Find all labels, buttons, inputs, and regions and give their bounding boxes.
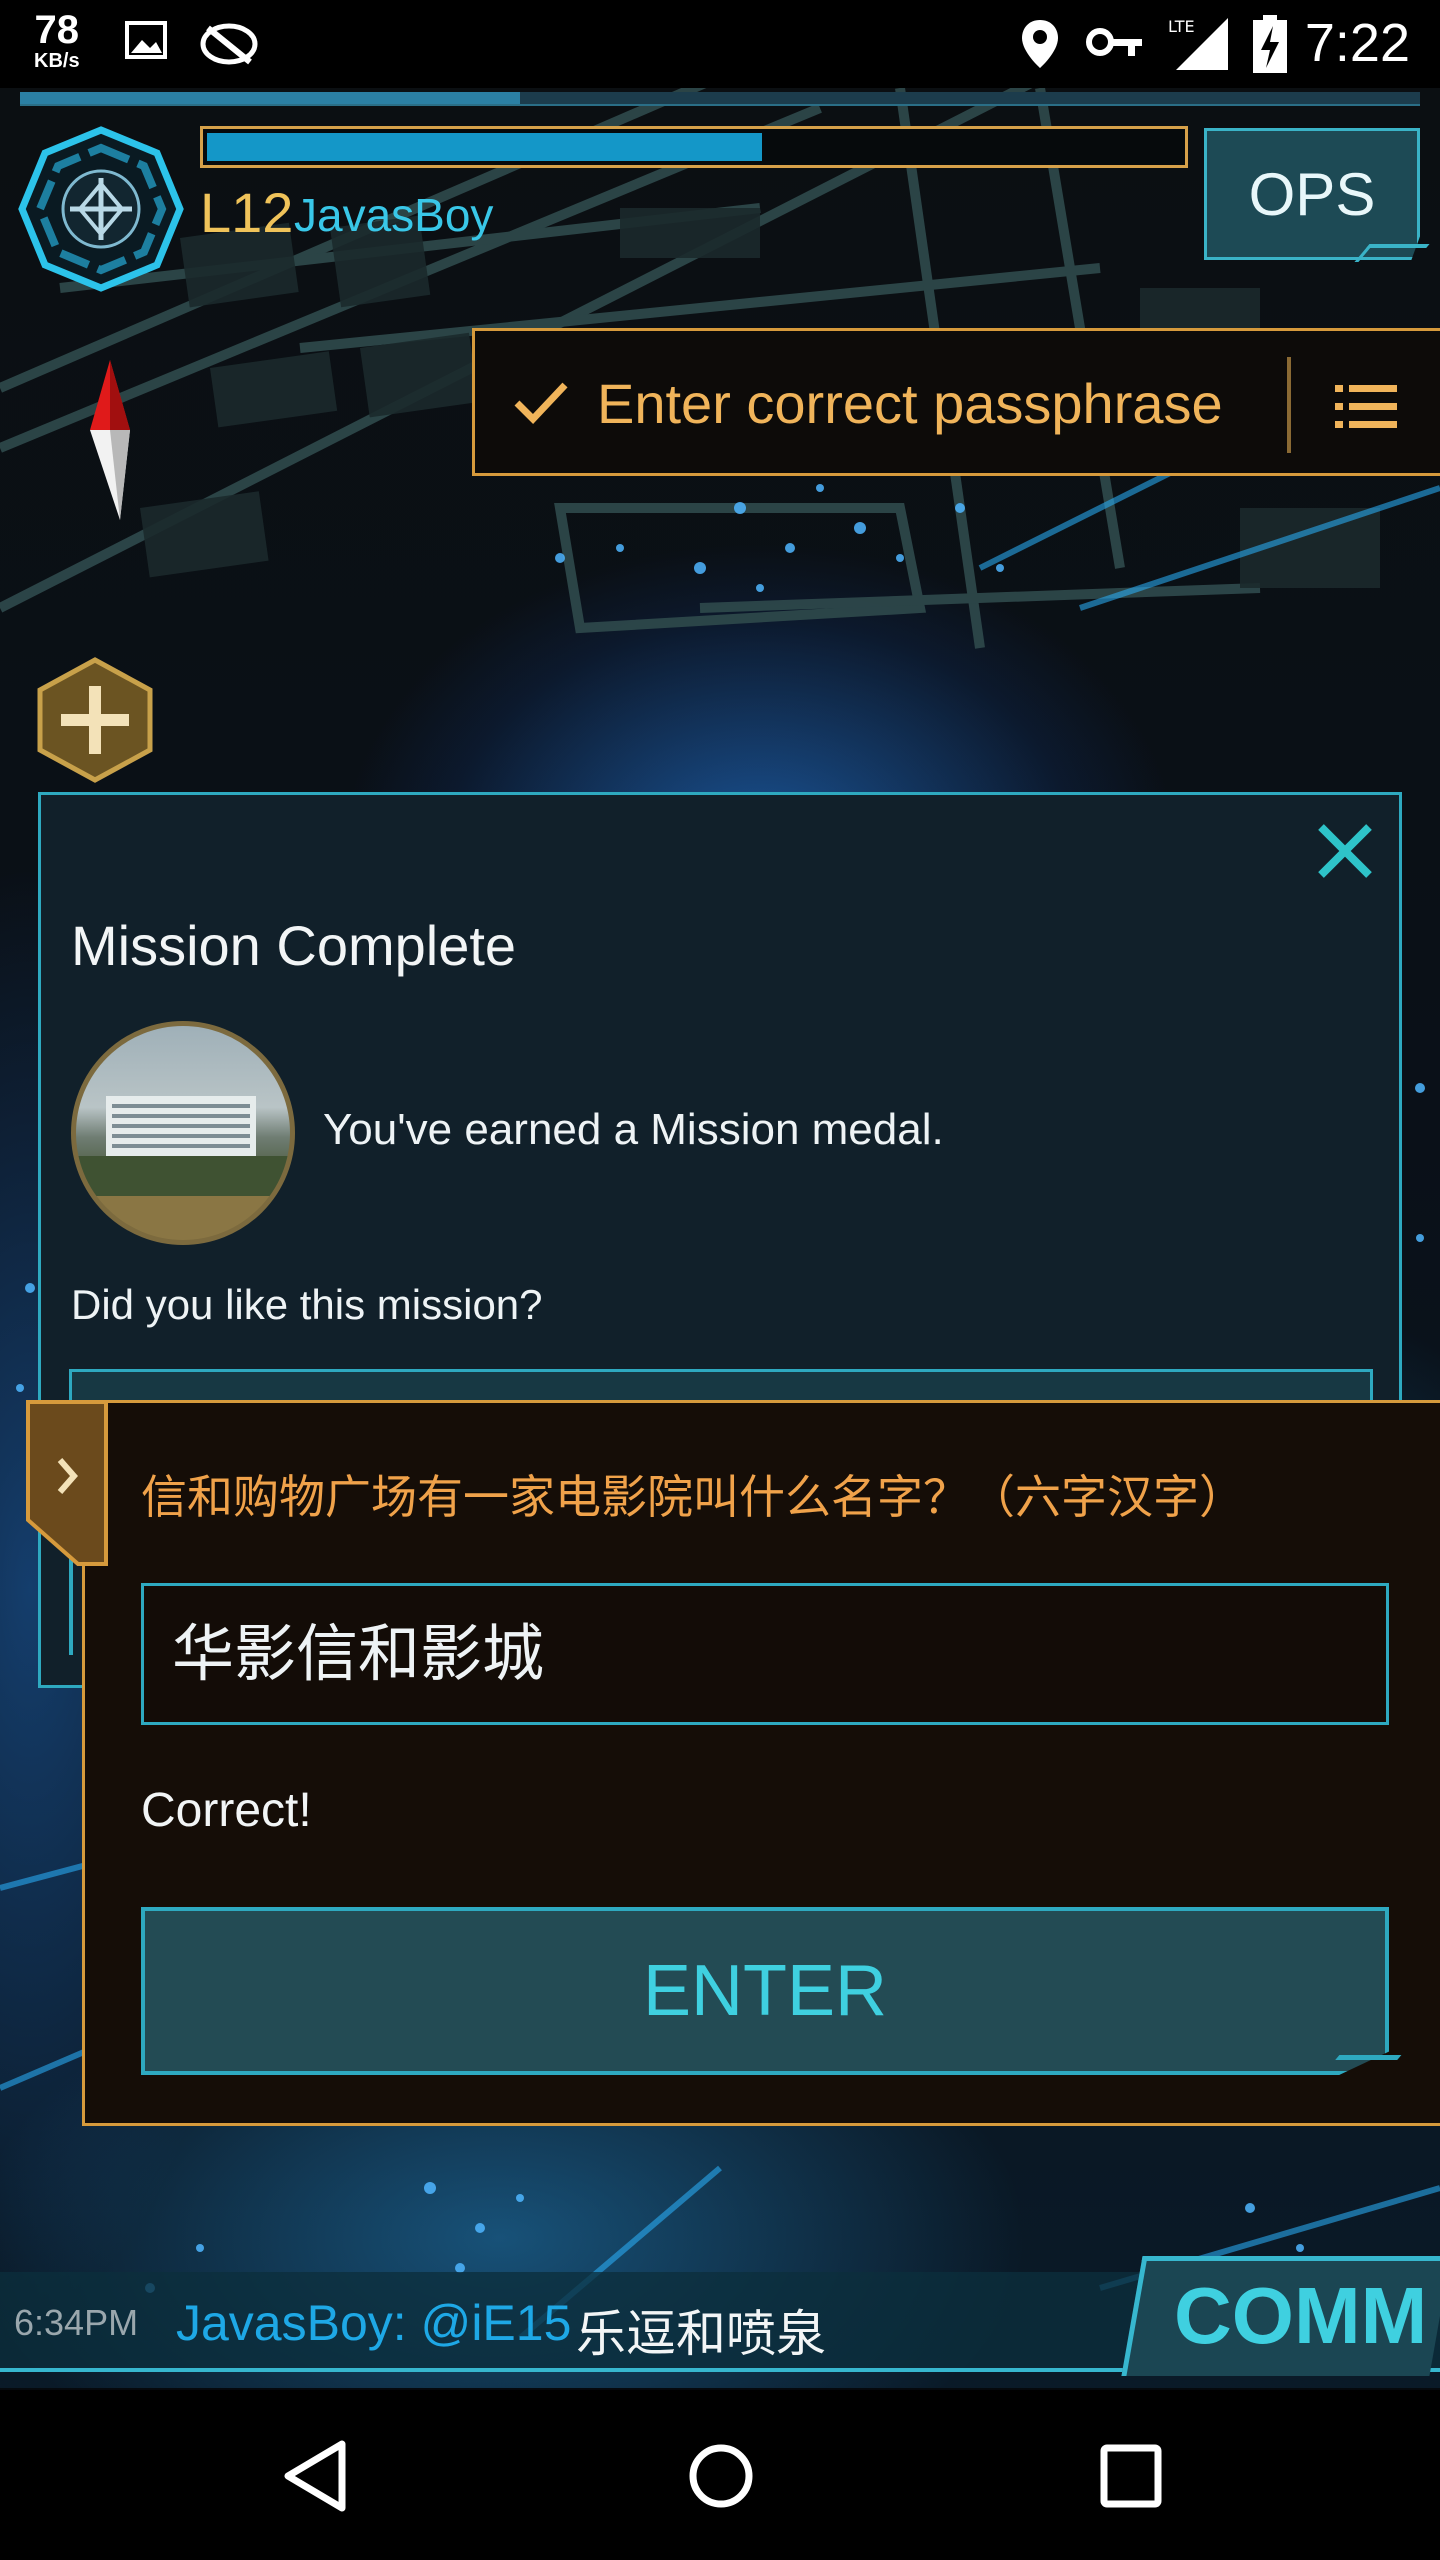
network-speed-unit: KB/s — [34, 50, 80, 72]
screen: 78 KB/s LTE 7:22 L12 JavasBoy OPS Enter … — [0, 0, 1440, 2560]
xp-progress-fill — [207, 133, 763, 161]
status-bar: 78 KB/s LTE 7:22 — [0, 0, 1440, 88]
toast-divider — [1287, 357, 1291, 453]
toast-message: Enter correct passphrase — [597, 372, 1223, 435]
list-menu-icon[interactable] — [1335, 383, 1399, 435]
plus-button[interactable] — [36, 656, 154, 784]
network-type-label: LTE — [1168, 17, 1195, 36]
agent-name[interactable]: JavasBoy — [294, 188, 493, 242]
close-icon[interactable] — [1313, 819, 1377, 883]
comm-button-label[interactable]: COMM — [1174, 2270, 1427, 2362]
network-speed-value: 78 — [34, 8, 80, 52]
back-icon[interactable] — [280, 2438, 350, 2518]
passphrase-result: Correct! — [141, 1784, 312, 1837]
mission-medal-image — [71, 1021, 295, 1245]
location-icon — [1020, 18, 1060, 74]
comm-message-sender[interactable]: JavasBoy: @iE15 — [176, 2294, 571, 2352]
enter-button[interactable]: ENTER — [141, 1907, 1389, 2075]
image-icon — [124, 18, 168, 66]
network-speed: 78 KB/s — [34, 10, 80, 72]
like-mission-question: Did you like this mission? — [71, 1281, 543, 1328]
battery-charging-icon — [1252, 14, 1288, 78]
passphrase-question: 信和购物广场有一家电影院叫什么名字？（六字汉字） — [141, 1470, 1245, 1524]
hud-strip-segment — [20, 92, 520, 104]
passphrase-input[interactable]: 华影信和影城 — [141, 1583, 1389, 1725]
medal-earned-text: You've earned a Mission medal. — [323, 1105, 944, 1154]
agent-level: L12 — [200, 181, 294, 244]
agent-avatar[interactable] — [18, 126, 184, 292]
collapse-tab-button[interactable] — [26, 1400, 108, 1566]
compass-icon[interactable] — [80, 360, 150, 540]
passphrase-toast[interactable]: Enter correct passphrase — [472, 328, 1440, 476]
ingress-notification-icon — [198, 18, 260, 74]
xp-progress-bar — [200, 126, 1188, 168]
ops-button[interactable]: OPS — [1204, 128, 1420, 260]
comm-message-text: 乐逗和喷泉 — [576, 2305, 826, 2363]
hud-top-strip — [20, 92, 1420, 106]
comm-message-time: 6:34PM — [14, 2302, 139, 2343]
recents-icon[interactable] — [1096, 2438, 1166, 2518]
check-icon — [511, 371, 571, 435]
vpn-key-icon — [1086, 24, 1144, 64]
navigation-bar — [0, 2390, 1440, 2560]
passphrase-dialog: 信和购物广场有一家电影院叫什么名字？（六字汉字） 华影信和影城 Correct!… — [82, 1400, 1440, 2126]
home-icon[interactable] — [686, 2438, 756, 2518]
clock: 7:22 — [1304, 13, 1410, 73]
signal-lte-icon: LTE — [1168, 14, 1230, 76]
mission-title: Mission Complete — [71, 914, 517, 977]
